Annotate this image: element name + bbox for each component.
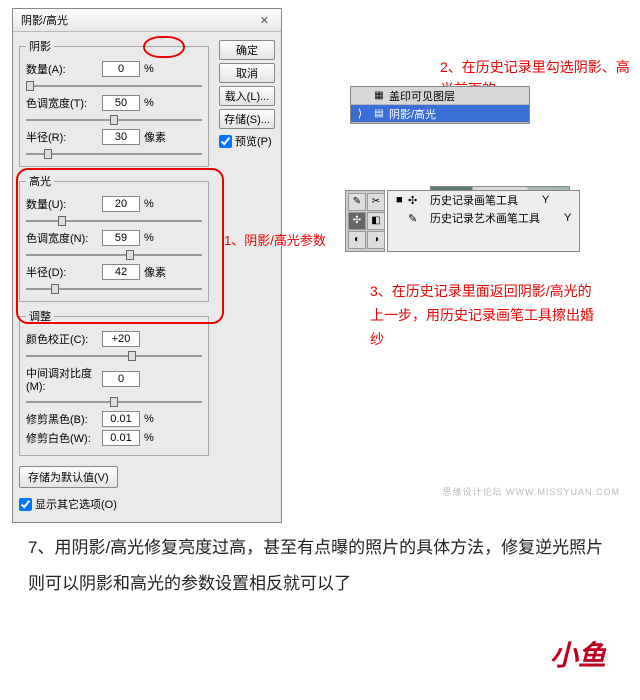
history-step-label: 盖印可见图层 (389, 88, 455, 104)
color-correct-label: 颜色校正(C): (26, 331, 102, 347)
ok-button[interactable]: 确定 (219, 40, 275, 60)
tool-label: 历史记录画笔工具 (430, 192, 518, 208)
adjust-icon: ▤ (371, 106, 387, 122)
shadow-legend: 阴影 (26, 38, 54, 54)
logo: 小鱼 (550, 634, 606, 674)
highlight-amount-input[interactable] (102, 196, 140, 212)
shadow-amount-input[interactable] (102, 61, 140, 77)
history-step-label: 阴影/高光 (389, 106, 436, 122)
history-brush-icon: ✣ (408, 194, 426, 207)
highlight-amount-label: 数量(U): (26, 196, 102, 212)
tool-menu-item[interactable]: ✎ 历史记录艺术画笔工具 Y (388, 209, 579, 227)
shadow-tone-slider[interactable] (26, 114, 202, 126)
clip-black-label: 修剪黑色(B): (26, 411, 102, 427)
cancel-button[interactable]: 取消 (219, 63, 275, 83)
highlight-tone-input[interactable] (102, 230, 140, 246)
show-more-checkbox[interactable] (19, 498, 32, 511)
art-history-brush-icon: ✎ (408, 212, 426, 225)
history-row-selected[interactable]: ⟩ ▤ 阴影/高光 (351, 105, 529, 123)
highlight-amount-slider[interactable] (26, 215, 202, 227)
adjust-legend: 调整 (26, 308, 54, 324)
midtone-input[interactable] (102, 371, 140, 387)
shortcut-key: Y (542, 194, 549, 206)
midtone-label: 中间调对比度(M): (26, 365, 102, 393)
preview-checkbox[interactable] (219, 135, 232, 148)
titlebar[interactable]: 阴影/高光 ✕ (13, 9, 281, 32)
shadow-group: 阴影 数量(A):% 色调宽度(T):% 半径(R):像素 (19, 38, 209, 167)
shadow-highlight-dialog: 阴影/高光 ✕ 阴影 数量(A):% 色调宽度(T):% 半径(R):像素 高光… (12, 8, 282, 523)
highlight-tone-slider[interactable] (26, 249, 202, 261)
save-button[interactable]: 存储(S)... (219, 109, 275, 129)
tool-icon[interactable]: ◐ (348, 231, 366, 249)
tool-icon[interactable]: ◧ (367, 212, 385, 230)
color-correct-slider[interactable] (26, 350, 202, 362)
highlight-group: 高光 数量(U):% 色调宽度(N):% 半径(D):像素 (19, 173, 209, 302)
color-correct-input[interactable] (102, 331, 140, 347)
highlight-legend: 高光 (26, 173, 54, 189)
midtone-slider[interactable] (26, 396, 202, 408)
history-brush-tool-icon[interactable]: ✣ (348, 212, 366, 230)
load-button[interactable]: 载入(L)... (219, 86, 275, 106)
shadow-amount-slider[interactable] (26, 80, 202, 92)
shadow-radius-slider[interactable] (26, 148, 202, 160)
tutorial-text: 7、用阴影/高光修复亮度过高，甚至有点曝的照片的具体方法，修复逆光照片则可以阴影… (28, 530, 608, 601)
annotation-3: 3、在历史记录里面返回阴影/高光的上一步，用历史记录画笔工具擦出婚纱 (370, 280, 600, 351)
close-icon[interactable]: ✕ (256, 14, 273, 27)
shadow-tone-input[interactable] (102, 95, 140, 111)
tool-menu: ■✣历史记录画笔工具Y ✎历史记录艺术画笔工具Y (387, 190, 580, 252)
tool-menu-item[interactable]: ■✣历史记录画笔工具Y (388, 191, 579, 209)
adjust-group: 调整 颜色校正(C): 中间调对比度(M): 修剪黑色(B):% 修剪白色(W)… (19, 308, 209, 456)
annotation-1: 1、阴影/高光参数 (224, 230, 326, 249)
highlight-tone-label: 色调宽度(N): (26, 230, 102, 246)
history-panel: ▦ 盖印可见图层 ⟩ ▤ 阴影/高光 (350, 86, 530, 124)
clip-white-input[interactable] (102, 430, 140, 446)
highlight-radius-label: 半径(D): (26, 264, 102, 280)
watermark: 思缘设计论坛 WWW.MISSYUAN.COM (443, 485, 621, 498)
shadow-radius-input[interactable] (102, 129, 140, 145)
tool-icon[interactable]: ✂ (367, 193, 385, 211)
history-row[interactable]: ▦ 盖印可见图层 (351, 87, 529, 105)
dialog-title: 阴影/高光 (21, 12, 68, 28)
preview-label: 预览(P) (235, 133, 272, 149)
clip-white-label: 修剪白色(W): (26, 430, 102, 446)
highlight-radius-slider[interactable] (26, 283, 202, 295)
shadow-radius-label: 半径(R): (26, 129, 102, 145)
shortcut-key: Y (564, 212, 571, 224)
shadow-amount-label: 数量(A): (26, 61, 102, 77)
tool-icon[interactable]: ✎ (348, 193, 366, 211)
save-default-button[interactable]: 存储为默认值(V) (19, 466, 118, 488)
highlight-radius-input[interactable] (102, 264, 140, 280)
history-brush-source-icon[interactable]: ⟩ (351, 107, 369, 120)
toolbox: ✎ ✂ ✣ ◧ ◐ ◑ (345, 190, 385, 252)
tool-icon[interactable]: ◑ (367, 231, 385, 249)
tool-label: 历史记录艺术画笔工具 (430, 210, 540, 226)
shadow-tone-label: 色调宽度(T): (26, 95, 102, 111)
show-more-label: 显示其它选项(O) (35, 496, 117, 512)
clip-black-input[interactable] (102, 411, 140, 427)
unit-percent: % (144, 63, 154, 75)
stamp-icon: ▦ (371, 88, 387, 104)
tool-flyout: ✎ ✂ ✣ ◧ ◐ ◑ ■✣历史记录画笔工具Y ✎历史记录艺术画笔工具Y (345, 190, 580, 252)
